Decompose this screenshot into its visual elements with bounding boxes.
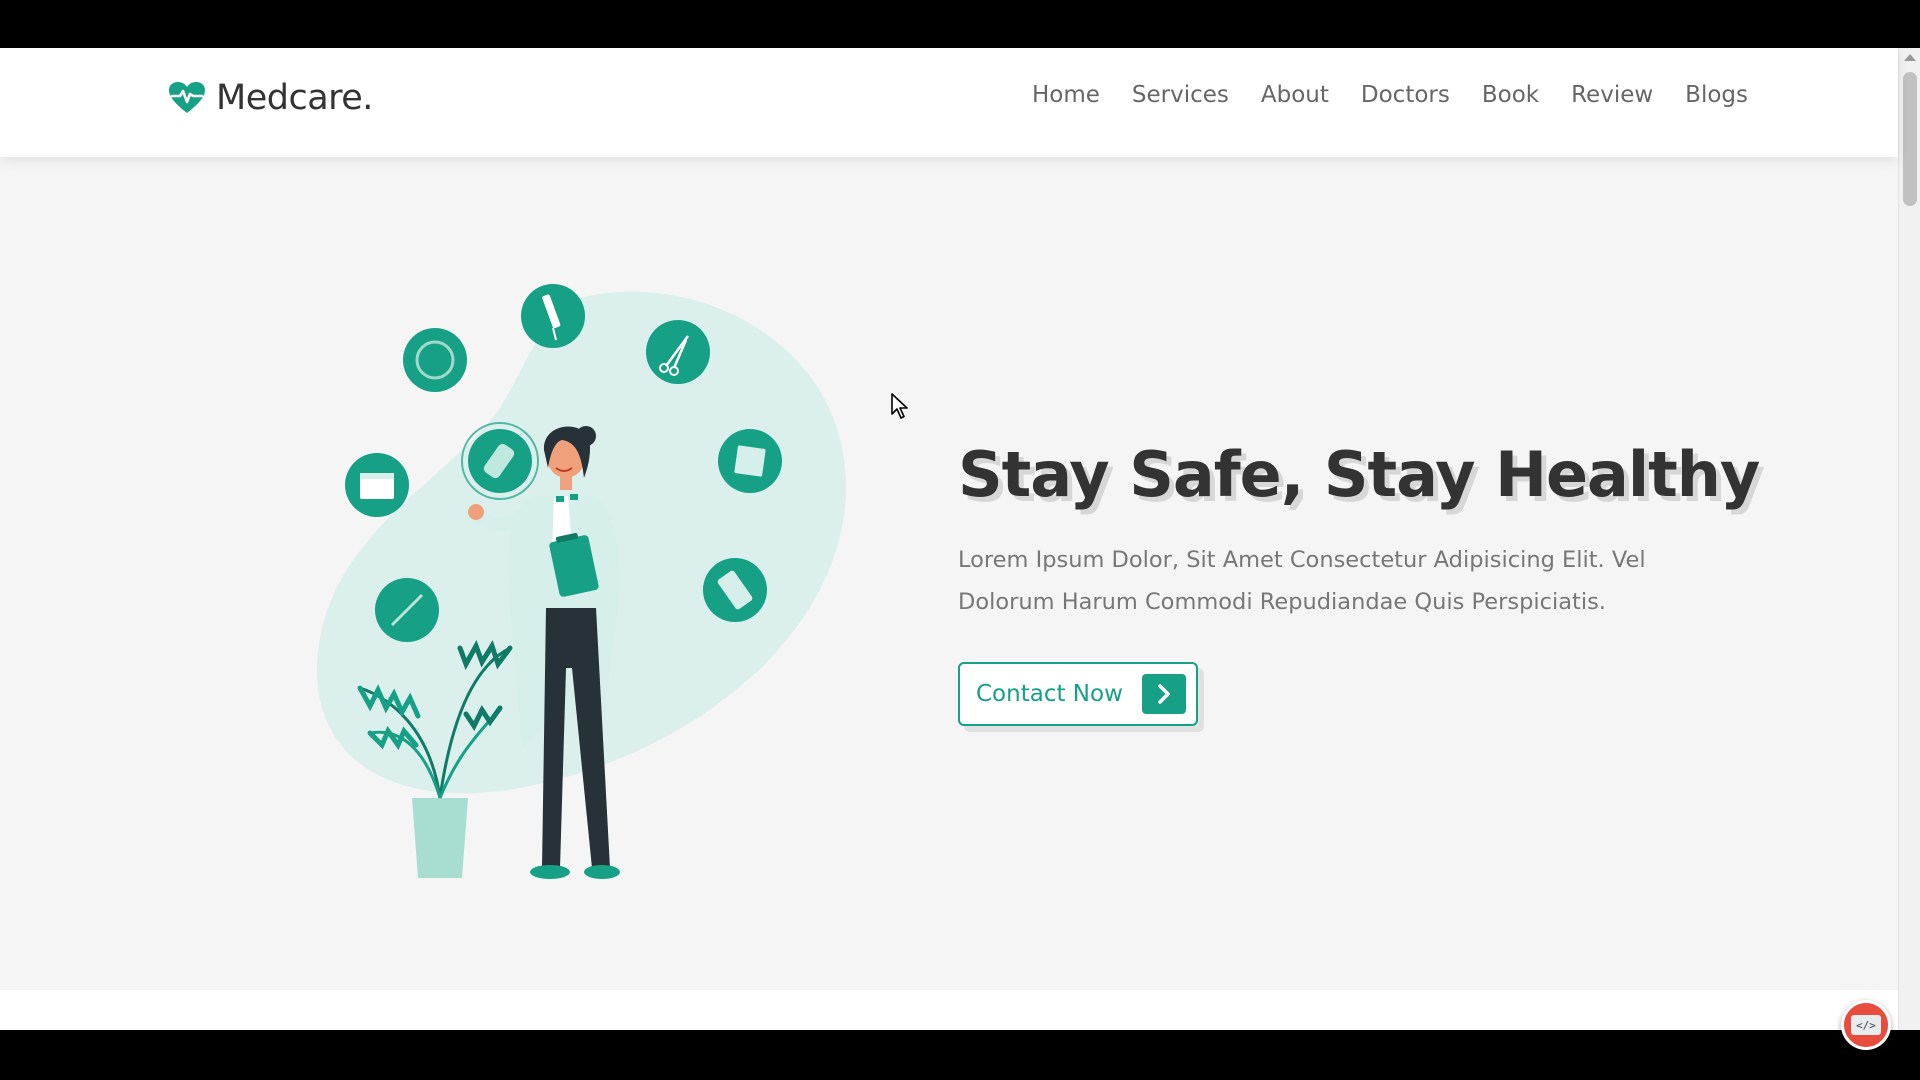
- heart-pulse-icon: [169, 82, 205, 113]
- contact-now-button[interactable]: Contact Now: [958, 662, 1198, 726]
- nav-doctors[interactable]: Doctors: [1361, 82, 1450, 108]
- brand-name: Medcare.: [216, 78, 373, 118]
- nav-blogs[interactable]: Blogs: [1685, 82, 1748, 108]
- letterbox-bottom: [0, 1030, 1920, 1080]
- tablet-strip-icon: [703, 558, 767, 622]
- browser-viewport: Medcare. Home Services About Doctors Boo…: [0, 48, 1920, 1030]
- nav-review[interactable]: Review: [1571, 82, 1653, 108]
- hero-description: Lorem Ipsum Dolor, Sit Amet Consectetur …: [958, 547, 1646, 615]
- scroll-up-arrow-icon[interactable]: [1904, 54, 1916, 61]
- pill-highlight-icon: [461, 422, 539, 500]
- vertical-scrollbar[interactable]: [1898, 48, 1920, 1030]
- code-badge-text: </>: [1851, 1015, 1881, 1035]
- syringe-icon: [521, 284, 585, 348]
- calendar-icon: [345, 453, 409, 517]
- bandage-icon: [718, 429, 782, 493]
- thermometer-icon: [375, 578, 439, 642]
- nav-book[interactable]: Book: [1482, 82, 1539, 108]
- contact-now-label: Contact Now: [976, 681, 1123, 707]
- ring-icon: [403, 328, 467, 392]
- brand-logo[interactable]: Medcare.: [168, 78, 373, 118]
- site-header: Medcare. Home Services About Doctors Boo…: [0, 48, 1898, 157]
- doctor-illustration: [316, 284, 846, 879]
- hero-title: Stay Safe, Stay Healthy: [958, 438, 1760, 511]
- mouse-cursor-icon: [891, 393, 908, 419]
- chevron-right-icon: [1142, 674, 1186, 714]
- nav-about[interactable]: About: [1261, 82, 1329, 108]
- hero-content: Stay Safe, Stay Healthy Lorem Ipsum Dolo…: [958, 438, 1760, 623]
- nav-services[interactable]: Services: [1132, 82, 1229, 108]
- scrollbar-thumb[interactable]: [1903, 72, 1917, 206]
- letterbox-top: [0, 0, 1920, 48]
- code-icon[interactable]: </>: [1841, 1000, 1891, 1050]
- nav-home[interactable]: Home: [1032, 82, 1100, 108]
- scissors-icon: [646, 320, 710, 384]
- main-nav: Home Services About Doctors Book Review …: [1032, 82, 1748, 108]
- next-section-edge: [0, 990, 1898, 1030]
